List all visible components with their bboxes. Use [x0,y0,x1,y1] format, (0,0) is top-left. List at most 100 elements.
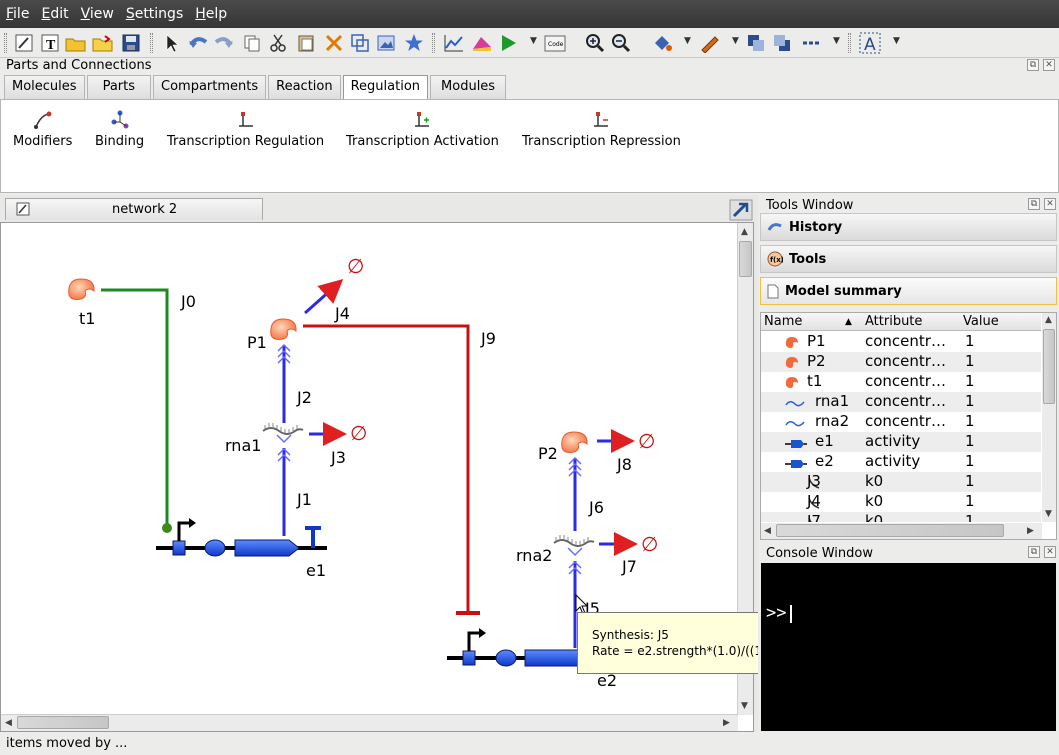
column-name[interactable]: Name [764,314,802,329]
parts-tabs: Molecules Parts Compartments Reaction Re… [4,75,508,100]
run-dropdown-arrow[interactable]: ▼ [530,36,537,46]
zoom-in-icon[interactable] [583,31,607,55]
star-icon[interactable] [402,31,426,55]
text-font-icon[interactable]: A [858,31,882,55]
tool-transcription-regulation[interactable]: Transcription Regulation [167,110,324,149]
run-simulation-icon[interactable] [496,31,520,55]
table-row[interactable]: J7 k0 1 [761,512,1041,522]
undo-icon[interactable] [186,31,210,55]
table-row[interactable]: e2 activity 1 [761,452,1041,472]
menu-file[interactable]: File [0,6,35,22]
horizontal-scroll-thumb[interactable] [17,716,109,729]
plot-icon[interactable] [442,31,466,55]
menu-view[interactable]: View [75,6,120,22]
open-recent-icon[interactable] [91,31,115,55]
menu-help[interactable]: Help [189,6,233,22]
send-back-icon[interactable] [770,31,794,55]
tools-window-controls: ⧉ ✕ [1028,198,1056,210]
scroll-right-arrow[interactable]: ▶ [723,718,730,728]
detach-view-icon[interactable] [729,199,753,221]
table-row[interactable]: P2 concentr… 1 [761,352,1041,372]
line-style-icon[interactable] [799,31,823,55]
float-icon[interactable]: ⧉ [1028,546,1040,558]
table-row[interactable]: P1 concentr… 1 [761,332,1041,352]
float-icon[interactable]: ⧉ [1027,59,1039,71]
table-row[interactable]: J3 k0 1 [761,472,1041,492]
table-row[interactable]: rna1 concentr… 1 [761,392,1041,412]
tool-transcription-activation[interactable]: Transcription Activation [346,110,499,149]
tab-parts[interactable]: Parts [86,75,151,99]
scroll-up-arrow[interactable]: ▲ [741,227,748,237]
model-summary-table: Name ▲ Attribute Value P1 concentr… 1 P2 con… [760,312,1057,540]
label-J4: J4 [335,304,350,323]
fill-color-icon[interactable] [650,31,674,55]
tab-regulation[interactable]: Regulation [342,75,429,100]
protein-icon [785,335,799,353]
table-vertical-scrollbar[interactable]: ▲ ▼ [1042,313,1056,522]
fill-dropdown-arrow[interactable]: ▼ [684,36,691,46]
svg-text:A: A [864,35,876,54]
pen-dropdown-arrow[interactable]: ▼ [732,36,739,46]
tools-section-header[interactable]: f(x) Tools [760,245,1057,273]
sort-ascending-icon[interactable]: ▲ [845,317,852,327]
row-attribute: concentr… [865,392,946,410]
paste-icon[interactable] [294,31,318,55]
row-name: rna2 [815,412,850,430]
column-attribute[interactable]: Attribute [865,314,922,329]
delete-icon[interactable] [322,31,346,55]
history-section-header[interactable]: History [760,213,1057,241]
bring-front-icon[interactable] [744,31,768,55]
line-dropdown-arrow[interactable]: ▼ [833,36,840,46]
table-row[interactable]: rna2 concentr… 1 [761,412,1041,432]
row-value: 1 [965,452,975,470]
float-icon[interactable]: ⧉ [1028,198,1040,210]
color-plot-icon[interactable] [470,31,494,55]
toolbar-handle[interactable] [4,33,7,53]
group-icon[interactable] [348,31,372,55]
label-J9: J9 [481,329,496,348]
tool-modifiers[interactable]: Modifiers [13,110,72,149]
table-scroll-thumb[interactable] [1043,329,1055,404]
close-icon[interactable]: ✕ [1043,59,1055,71]
table-horizontal-scrollbar[interactable]: ◀ ▶ [761,523,1042,539]
tool-transcription-repression[interactable]: Transcription Repression [522,110,681,149]
console-input[interactable]: >> [761,563,1056,731]
scroll-left-arrow[interactable]: ◀ [5,718,12,728]
table-row[interactable]: J4 k0 1 [761,492,1041,512]
new-text-icon[interactable]: T [38,31,62,55]
tab-compartments[interactable]: Compartments [153,75,267,99]
svg-text:T: T [46,38,56,53]
menu-settings[interactable]: Settings [120,6,189,22]
close-icon[interactable]: ✕ [1044,546,1056,558]
zoom-out-icon[interactable] [609,31,633,55]
pen-color-icon[interactable] [698,31,722,55]
scroll-down-arrow[interactable]: ▼ [741,701,748,711]
code-editor-icon[interactable]: Code [543,31,567,55]
vertical-scroll-thumb[interactable] [739,241,752,277]
pointer-icon[interactable] [160,31,184,55]
menu-edit[interactable]: Edit [35,6,74,22]
font-dropdown-arrow[interactable]: ▼ [893,36,900,46]
row-value: 1 [965,472,975,490]
column-value[interactable]: Value [963,314,999,329]
close-icon[interactable]: ✕ [1044,198,1056,210]
table-row[interactable]: t1 concentr… 1 [761,372,1041,392]
tab-reaction[interactable]: Reaction [268,75,341,99]
redo-icon[interactable] [212,31,236,55]
tab-molecules[interactable]: Molecules [4,75,85,99]
new-network-icon[interactable] [12,31,36,55]
canvas-horizontal-scrollbar[interactable]: ◀ ▶ [1,714,738,731]
cut-icon[interactable] [266,31,290,55]
open-folder-icon[interactable] [64,31,88,55]
tool-binding[interactable]: Binding [95,110,144,149]
image-icon[interactable] [374,31,398,55]
model-summary-section-header[interactable]: Model summary [760,277,1057,305]
table-row[interactable]: e1 activity 1 [761,432,1041,452]
save-icon[interactable] [119,31,143,55]
network-tab[interactable]: network 2 [5,198,263,220]
row-attribute: concentr… [865,332,946,350]
protein-icon [785,355,799,373]
copy-icon[interactable] [240,31,264,55]
table-hscroll-thumb[interactable] [776,524,1004,537]
tab-modules[interactable]: Modules [430,75,507,99]
